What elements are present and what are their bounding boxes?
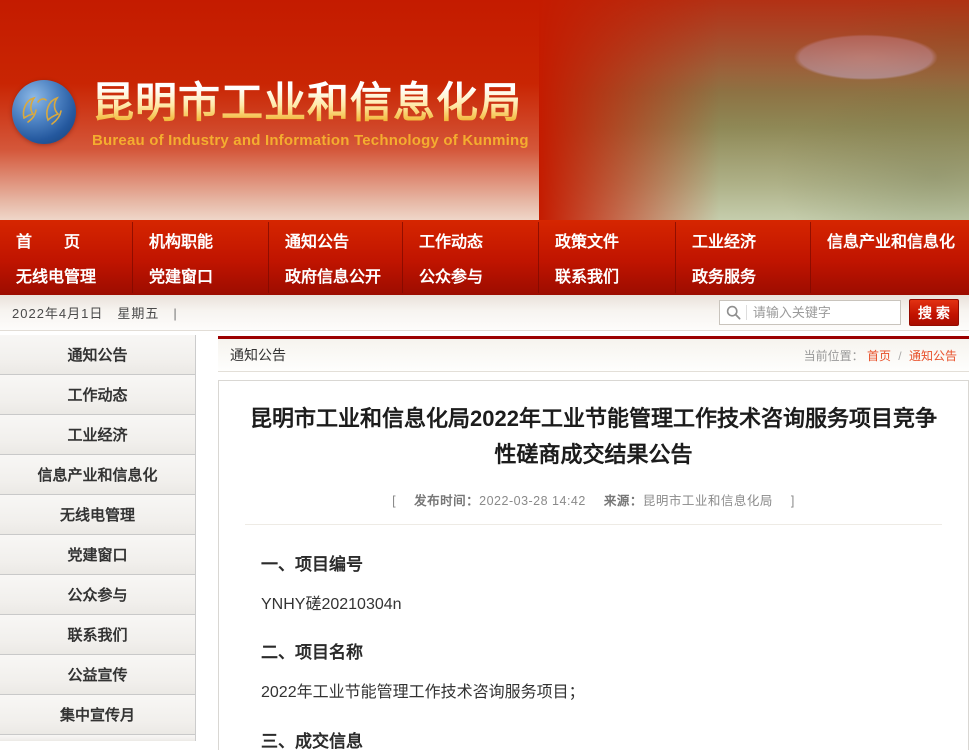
nav-item-notices[interactable]: 通知公告 [268, 222, 402, 258]
article-pub-info: [ 发布时间：2022-03-28 14:42 来源：昆明市工业和信息化局] [245, 490, 942, 525]
date-label: 2022年4月1日 星期五 [12, 306, 159, 321]
sidebar-item-radio-management[interactable]: 无线电管理 [0, 495, 195, 535]
source-value: 昆明市工业和信息化局 [643, 494, 773, 508]
sidebar-item-work-news[interactable]: 工作动态 [0, 375, 195, 415]
nav-item-org-functions[interactable]: 机构职能 [132, 222, 268, 258]
sidebar-item-info-industry[interactable]: 信息产业和信息化 [0, 455, 195, 495]
nav-item-party-building[interactable]: 党建窗口 [132, 258, 268, 294]
article-box: 昆明市工业和信息化局2022年工业节能管理工作技术咨询服务项目竞争性磋商成交结果… [218, 380, 969, 750]
brand-text: 昆明市工业和信息化局 Bureau of Industry and Inform… [92, 80, 529, 149]
search-button[interactable]: 搜 索 [909, 299, 959, 326]
nav-item-policy-docs[interactable]: 政策文件 [538, 222, 675, 258]
search-box [719, 300, 901, 325]
site-subtitle-english: Bureau of Industry and Information Techn… [92, 132, 529, 149]
section-heading-project-number: 一、项目编号 [261, 550, 926, 575]
sidebar-item-partial [0, 735, 195, 741]
project-number-value: YNHY磋20210304n [261, 595, 926, 616]
nav-empty-cell [810, 258, 969, 294]
nav-item-contact-us[interactable]: 联系我们 [538, 258, 675, 294]
date-separator: | [173, 306, 177, 321]
section-title: 通知公告 [230, 345, 286, 365]
search-divider [746, 305, 747, 320]
breadcrumb-link-home[interactable]: 首页 [867, 349, 891, 363]
main-area: 通知公告 工作动态 工业经济 信息产业和信息化 无线电管理 党建窗口 公众参与 … [0, 331, 969, 750]
site-title: 昆明市工业和信息化局 [92, 80, 529, 126]
pub-bracket-open: [ [392, 494, 396, 508]
sidebar-item-public-welfare[interactable]: 公益宣传 [0, 655, 195, 695]
nav-item-gov-info-disclosure[interactable]: 政府信息公开 [268, 258, 402, 294]
section-heading-project-name: 二、项目名称 [261, 638, 926, 663]
content-column: 通知公告 当前位置： 首页 / 通知公告 昆明市工业和信息化局2022年工业节能… [218, 336, 969, 750]
header-banner: 昆明市工业和信息化局 Bureau of Industry and Inform… [0, 0, 969, 220]
search-icon [726, 305, 741, 320]
sidebar-item-party-building[interactable]: 党建窗口 [0, 535, 195, 575]
nav-item-gov-services[interactable]: 政务服务 [675, 258, 810, 294]
project-name-value: 2022年工业节能管理工作技术咨询服务项目； [261, 683, 926, 704]
breadcrumb-link-notices[interactable]: 通知公告 [909, 349, 957, 363]
breadcrumb-slash: / [898, 349, 901, 363]
article-title: 昆明市工业和信息化局2022年工业节能管理工作技术咨询服务项目竞争性磋商成交结果… [247, 401, 940, 474]
source-label: 来源： [604, 494, 643, 508]
sidebar-item-publicity-month[interactable]: 集中宣传月 [0, 695, 195, 735]
breadcrumb-strip: 通知公告 当前位置： 首页 / 通知公告 [218, 336, 969, 372]
nav-item-public-participation[interactable]: 公众参与 [402, 258, 538, 294]
page: 昆明市工业和信息化局 Bureau of Industry and Inform… [0, 0, 969, 751]
current-date: 2022年4月1日 星期五 | [12, 303, 178, 322]
breadcrumb: 当前位置： 首页 / 通知公告 [804, 347, 957, 364]
sidebar-item-notices[interactable]: 通知公告 [0, 335, 195, 375]
nav-item-industrial-economy[interactable]: 工业经济 [675, 222, 810, 258]
section-heading-deal-info: 三、成交信息 [261, 727, 926, 750]
brand: 昆明市工业和信息化局 Bureau of Industry and Inform… [12, 80, 529, 149]
search-input[interactable] [753, 305, 896, 320]
pub-time-label: 发布时间： [414, 494, 479, 508]
article-body: 一、项目编号 YNHY磋20210304n 二、项目名称 2022年工业节能管理… [245, 525, 942, 750]
sidebar-item-contact-us[interactable]: 联系我们 [0, 615, 195, 655]
sidebar-item-public-participation[interactable]: 公众参与 [0, 575, 195, 615]
nav-item-work-news[interactable]: 工作动态 [402, 222, 538, 258]
nav-item-radio-management[interactable]: 无线电管理 [0, 258, 132, 294]
header-cityscape-photo [539, 0, 969, 220]
pub-time: 2022-03-28 14:42 [479, 494, 586, 508]
pub-bracket-close: ] [791, 494, 795, 508]
main-nav: 首 页 机构职能 通知公告 工作动态 政策文件 工业经济 信息产业和信息化 无线… [0, 220, 969, 295]
sidebar-item-industrial-economy[interactable]: 工业经济 [0, 415, 195, 455]
search-area: 搜 索 [719, 299, 959, 326]
breadcrumb-label: 当前位置： [804, 349, 864, 363]
sidebar: 通知公告 工作动态 工业经济 信息产业和信息化 无线电管理 党建窗口 公众参与 … [0, 335, 196, 741]
nav-item-info-industry[interactable]: 信息产业和信息化 [810, 222, 969, 258]
date-search-bar: 2022年4月1日 星期五 | 搜 索 [0, 295, 969, 331]
globe-logo-icon [12, 80, 76, 144]
nav-item-home[interactable]: 首 页 [0, 222, 132, 258]
